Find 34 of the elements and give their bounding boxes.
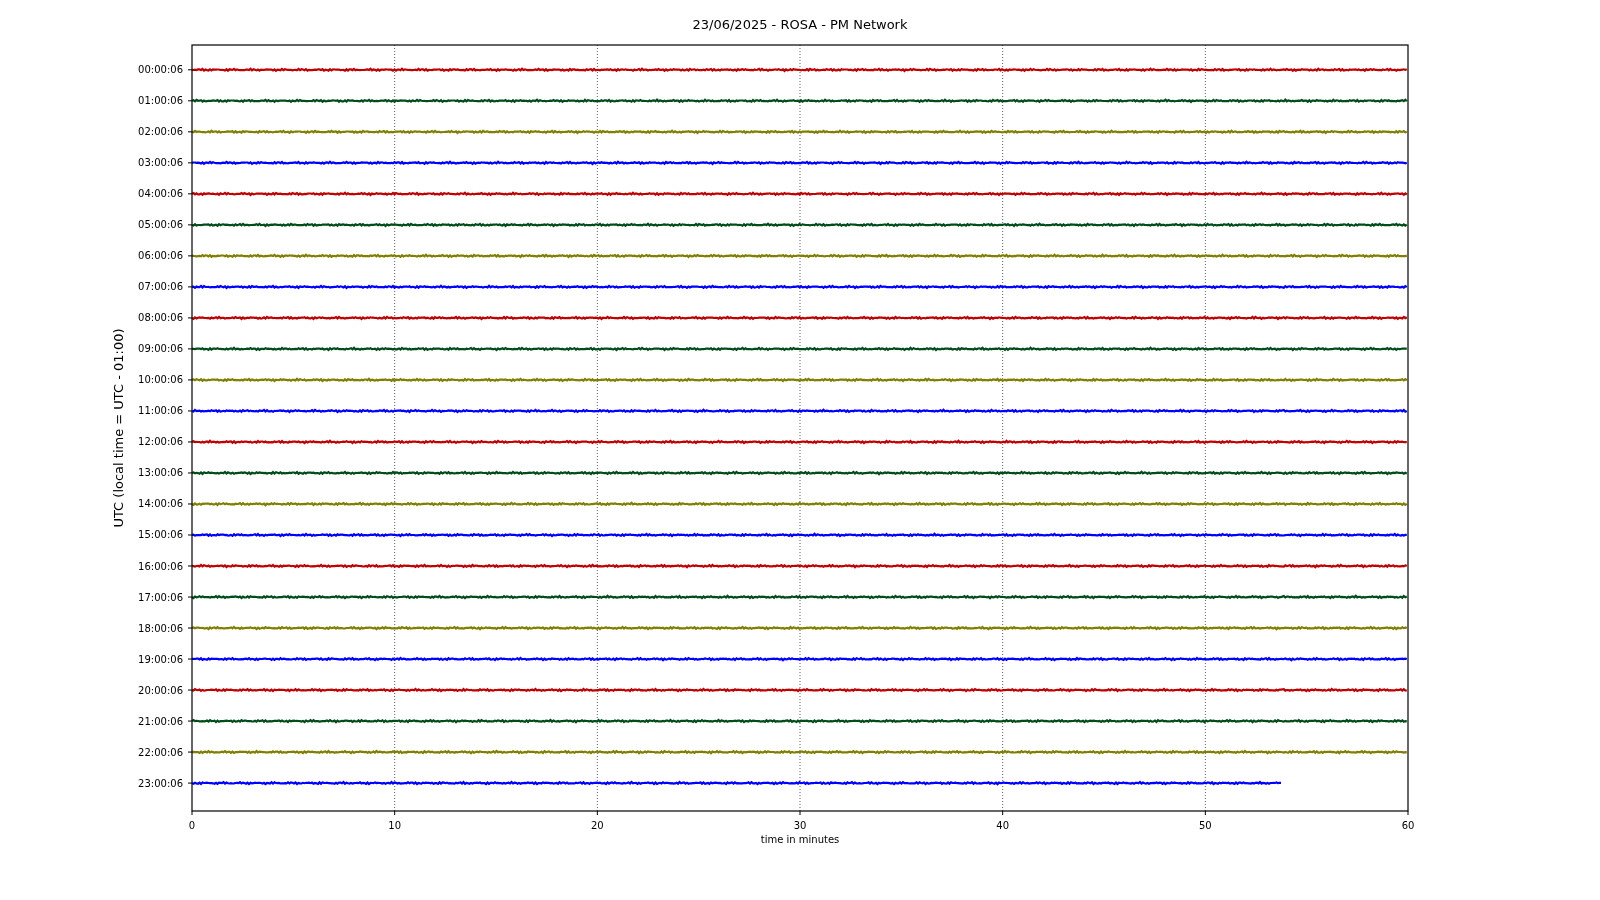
- x-tick-label: 20: [590, 820, 604, 831]
- y-tick-label: 04:00:06: [138, 188, 183, 200]
- x-tick-label: 30: [793, 820, 807, 831]
- y-tick-label: 20:00:06: [138, 684, 183, 696]
- y-tick-label: 06:00:06: [138, 250, 183, 262]
- y-tick-label: 12:00:06: [138, 436, 183, 448]
- y-tick-label: 13:00:06: [138, 467, 183, 479]
- y-tick-label: 18:00:06: [138, 622, 183, 634]
- y-tick-label: 03:00:06: [138, 157, 183, 169]
- y-tick-label: 00:00:06: [138, 64, 183, 76]
- y-tick-label: 08:00:06: [138, 312, 183, 324]
- y-tick-label: 21:00:06: [138, 715, 183, 727]
- y-tick-label: 15:00:06: [138, 529, 183, 541]
- y-tick-label: 16:00:06: [138, 560, 183, 572]
- y-tick-label: 07:00:06: [138, 281, 183, 293]
- y-tick-label: 11:00:06: [138, 405, 183, 417]
- y-tick-label: 17:00:06: [138, 591, 183, 603]
- x-tick-label: 0: [188, 820, 196, 831]
- y-axis-label: UTC (local time = UTC - 01:00): [111, 328, 126, 528]
- y-tick-label: 19:00:06: [138, 653, 183, 665]
- chart-title: 23/06/2025 - ROSA - PM Network: [692, 17, 908, 32]
- y-tick-label: 05:00:06: [138, 219, 183, 231]
- x-tick-label: 40: [996, 820, 1010, 831]
- x-tick-label: 50: [1198, 820, 1212, 831]
- x-axis-label: time in minutes: [760, 834, 840, 845]
- y-tick-label: 09:00:06: [138, 343, 183, 355]
- y-tick-label: 01:00:06: [138, 95, 183, 107]
- x-tick-label: 10: [388, 820, 402, 831]
- y-tick-label: 10:00:06: [138, 374, 183, 386]
- x-tick-label: 60: [1401, 820, 1415, 831]
- y-tick-label: 14:00:06: [138, 498, 183, 510]
- y-tick-label: 22:00:06: [138, 746, 183, 758]
- y-tick-label: 02:00:06: [138, 126, 183, 138]
- y-tick-label: 23:00:06: [138, 777, 183, 789]
